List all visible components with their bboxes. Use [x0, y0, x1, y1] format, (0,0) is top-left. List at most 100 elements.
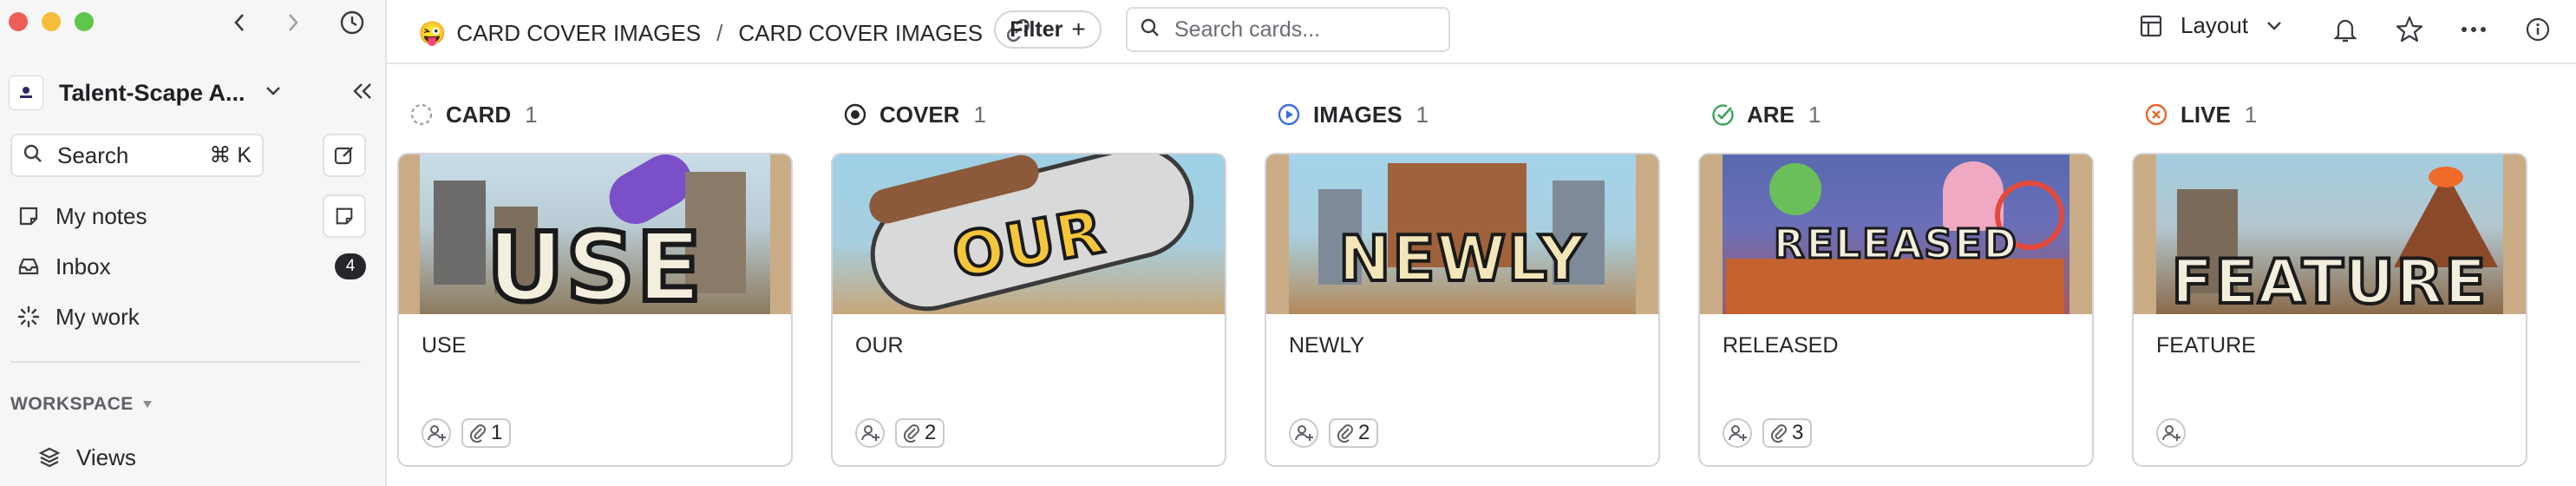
kanban-board: CARD 1 USE USE 1 COVER 1 OUR OUR 2 IMAGE…: [389, 66, 2576, 486]
assign-user-icon[interactable]: [422, 418, 451, 448]
filter-button[interactable]: Filter +: [994, 10, 1102, 49]
breadcrumb-separator: /: [716, 20, 723, 46]
card[interactable]: RELEASED RELEASED 3: [1698, 153, 2094, 467]
window-controls: [9, 12, 94, 31]
column-header[interactable]: CARD 1: [409, 99, 538, 130]
attachment-count[interactable]: 2: [1329, 418, 1379, 448]
card-title: USE: [422, 333, 467, 358]
inbox-count-badge: 4: [335, 253, 366, 279]
back-arrow-icon[interactable]: [224, 7, 255, 38]
card-cover-image: FEATURE: [2134, 154, 2526, 314]
card[interactable]: NEWLY NEWLY 2: [1265, 153, 1660, 467]
sidebar-item-label: Views: [76, 443, 136, 470]
target-circle-icon: [844, 103, 866, 126]
card-title: NEWLY: [1289, 333, 1365, 358]
star-icon[interactable]: [2392, 12, 2427, 47]
chevron-down-icon: [2267, 21, 2281, 30]
new-note-icon: [336, 207, 353, 225]
column-header[interactable]: IMAGES 1: [1277, 99, 1429, 130]
assign-user-icon[interactable]: [2156, 418, 2186, 448]
card-footer: 1: [422, 418, 512, 448]
minimize-window-button[interactable]: [42, 12, 61, 31]
search-icon: [23, 143, 43, 168]
compose-icon: [334, 147, 353, 165]
more-options-icon[interactable]: [2456, 12, 2491, 47]
history-clock-icon[interactable]: [337, 7, 368, 38]
column-header[interactable]: ARE 1: [1710, 99, 1821, 130]
check-circle-icon: [1712, 104, 1734, 126]
column-header[interactable]: LIVE 1: [2144, 99, 2257, 130]
paperclip-icon: [470, 424, 486, 443]
column-name: IMAGES: [1313, 101, 1402, 128]
inbox-icon: [18, 258, 39, 275]
cover-text: RELEASED: [1773, 220, 2018, 269]
attachment-count[interactable]: 1: [461, 418, 512, 448]
workspace-switcher[interactable]: Talent-Scape A...: [9, 71, 373, 115]
info-icon[interactable]: [2520, 12, 2555, 47]
column-name: ARE: [1747, 101, 1795, 128]
chevron-down-icon: [265, 85, 282, 102]
column-count: 1: [973, 101, 986, 128]
assign-user-icon[interactable]: [1723, 418, 1752, 448]
paperclip-icon: [1337, 424, 1353, 443]
card[interactable]: USE USE 1: [397, 153, 793, 467]
card-footer: 3: [1723, 418, 1813, 448]
board-column: IMAGES 1 NEWLY NEWLY 2: [1265, 66, 1662, 486]
breadcrumb-item[interactable]: CARD COVER IMAGES: [738, 20, 983, 47]
close-window-button[interactable]: [9, 12, 28, 31]
board-column: COVER 1 OUR OUR 2: [831, 66, 1228, 486]
forward-arrow-icon[interactable]: [278, 7, 309, 38]
workspace-section-header[interactable]: WORKSPACE: [10, 394, 153, 415]
sidebar-item-label: My work: [56, 303, 140, 330]
cover-text: USE: [484, 209, 704, 314]
paperclip-icon: [1771, 424, 1787, 443]
assign-user-icon[interactable]: [1289, 418, 1318, 448]
collapse-sidebar-icon[interactable]: [352, 82, 373, 105]
sidebar-item-views[interactable]: Views: [38, 437, 394, 477]
attachment-number: 2: [1358, 421, 1370, 444]
column-count: 1: [2244, 101, 2258, 128]
card-title: RELEASED: [1723, 333, 1839, 358]
attachment-count[interactable]: 2: [895, 418, 945, 448]
card-cover-image: RELEASED: [1700, 154, 2092, 314]
card[interactable]: OUR OUR 2: [831, 153, 1226, 467]
card-cover-image: NEWLY: [1266, 154, 1658, 314]
column-count: 1: [525, 101, 538, 128]
cover-text: NEWLY: [1337, 220, 1586, 297]
search-placeholder: Search cards...: [1174, 16, 1321, 42]
loading-icon: [17, 305, 40, 328]
new-page-button[interactable]: [323, 134, 366, 177]
search-label: Search: [57, 141, 129, 168]
sidebar-item-my-notes[interactable]: My notes: [17, 194, 373, 238]
bell-icon[interactable]: [2328, 12, 2363, 47]
sidebar-search-button[interactable]: Search ⌘ K: [10, 134, 264, 177]
search-cards-input[interactable]: Search cards...: [1126, 7, 1450, 52]
breadcrumb: 😜 CARD COVER IMAGES / CARD COVER IMAGES: [418, 17, 1031, 49]
column-name: LIVE: [2180, 101, 2231, 128]
card-cover-image: USE: [399, 154, 791, 314]
card-title: FEATURE: [2156, 333, 2256, 358]
sidebar-item-label: Inbox: [56, 253, 111, 279]
layout-label: Layout: [2180, 12, 2249, 38]
breadcrumb-item[interactable]: CARD COVER IMAGES: [456, 20, 701, 47]
layers-icon: [38, 447, 61, 468]
sidebar-divider: [10, 361, 361, 363]
page-emoji: 😜: [418, 20, 447, 46]
new-note-button[interactable]: [323, 194, 366, 238]
sidebar-item-my-work[interactable]: My work: [17, 297, 373, 337]
layout-button[interactable]: Layout: [2139, 12, 2283, 39]
notes-icon: [19, 207, 38, 226]
x-circle-icon: [2145, 103, 2167, 126]
sidebar-item-label: My notes: [56, 202, 147, 229]
card-footer: 2: [1289, 418, 1379, 448]
zoom-window-button[interactable]: [75, 12, 94, 31]
column-count: 1: [1808, 101, 1821, 128]
column-header[interactable]: COVER 1: [843, 99, 986, 130]
board-column: LIVE 1 FEATURE FEATURE: [2132, 66, 2529, 486]
card-cover-image: OUR: [833, 154, 1225, 314]
board-column: ARE 1 RELEASED RELEASED 3: [1698, 66, 2095, 486]
assign-user-icon[interactable]: [855, 418, 885, 448]
card[interactable]: FEATURE FEATURE: [2132, 153, 2527, 467]
attachment-count[interactable]: 3: [1762, 418, 1813, 448]
sidebar-item-inbox[interactable]: Inbox 4: [17, 246, 373, 286]
